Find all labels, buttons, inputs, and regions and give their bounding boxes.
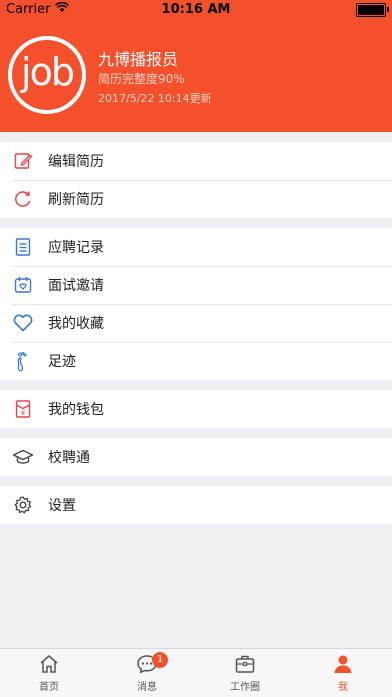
menu-item-label: 足迹 [48,354,76,370]
profile-name[interactable]: 九博播报员 [98,46,178,70]
tab-me[interactable]: 我 [294,649,392,697]
tab-label: 工作圈 [230,682,260,693]
menu-item-wallet[interactable]: ¥ 我的钱包 [0,390,392,428]
calendar-heart-icon [12,274,34,296]
resume-completion: 简历完整度90% [98,72,185,86]
person-icon [331,652,355,676]
menu-item-favorites[interactable]: 我的收藏 [0,304,392,342]
menu-group-settings: 设置 [0,486,392,524]
logo-text: job [21,50,75,94]
menu-item-label: 应聘记录 [48,240,104,256]
menu-item-label: 我的收藏 [48,316,104,332]
tab-messages[interactable]: 消息 1 [98,649,196,697]
tab-label: 消息 [137,682,157,693]
refresh-icon [12,188,34,210]
avatar[interactable]: job [8,36,86,114]
menu-item-label: 设置 [48,498,76,514]
tab-bar: 首页 消息 1 工作圈 我 [0,648,392,697]
tab-label: 首页 [39,682,59,693]
wallet-icon: ¥ [12,398,34,420]
briefcase-icon [233,652,257,676]
menu-item-refresh-resume[interactable]: 刷新简历 [0,180,392,218]
menu-item-settings[interactable]: 设置 [0,486,392,524]
home-icon [37,652,61,676]
menu-item-label: 我的钱包 [48,402,104,418]
menu-item-label: 刷新简历 [48,192,104,208]
status-time: 10:16 AM [161,2,231,17]
tab-work-circle[interactable]: 工作圈 [196,649,294,697]
menu-item-label: 校聘通 [48,450,90,466]
unread-badge: 1 [152,652,168,668]
menu-group-wallet: ¥ 我的钱包 [0,390,392,428]
menu-item-edit-resume[interactable]: 编辑简历 [0,142,392,180]
svg-text:¥: ¥ [21,409,26,417]
document-list-icon [12,236,34,258]
menu-item-label: 编辑简历 [48,154,104,170]
tab-home[interactable]: 首页 [0,649,98,697]
menu-group-resume: 编辑简历 刷新简历 [0,142,392,218]
menu-group-campus: 校聘通 [0,438,392,476]
menu-item-footprints[interactable]: 足迹 [0,342,392,380]
profile-header: Carrier 10:16 AM job 九博播报员 简历完整度90% 2017… [0,0,392,132]
heart-icon [12,312,34,334]
menu-item-campus-recruit[interactable]: 校聘通 [0,438,392,476]
status-bar: Carrier 10:16 AM [0,0,392,20]
graduation-cap-icon [12,446,34,468]
menu-item-interview-invitations[interactable]: 面试邀请 [0,266,392,304]
gear-icon [12,494,34,516]
menu-group-applications: 应聘记录 面试邀请 我的收藏 足迹 [0,228,392,380]
footprint-icon [12,350,34,372]
menu-item-application-records[interactable]: 应聘记录 [0,228,392,266]
tab-label: 我 [338,682,348,693]
resume-updated-time: 2017/5/22 10:14更新 [98,92,212,105]
edit-icon [12,150,34,172]
menu-item-label: 面试邀请 [48,278,104,294]
battery-icon [356,3,389,17]
